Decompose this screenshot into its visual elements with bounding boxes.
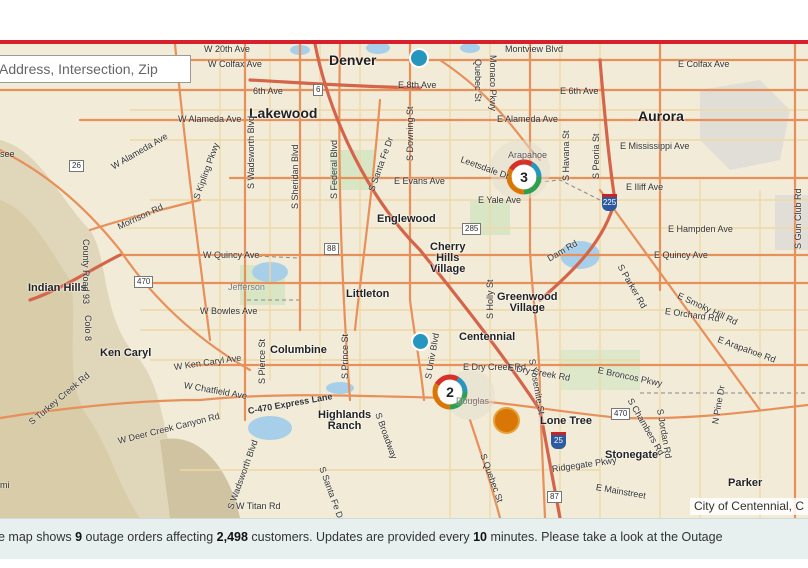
outage-marker[interactable] xyxy=(493,407,520,434)
cluster-count: 3 xyxy=(520,169,528,185)
outage-summary: e map shows 9 outage orders affecting 2,… xyxy=(0,530,723,544)
outage-cluster[interactable]: 2 xyxy=(432,374,468,410)
street-label: S Prince St xyxy=(340,333,350,379)
city-label-ken-caryl: Ken Caryl xyxy=(100,347,152,359)
street-label: 6th Ave xyxy=(253,86,283,96)
page-header xyxy=(0,0,808,40)
status-footer: e map shows 9 outage orders affecting 2,… xyxy=(0,518,808,559)
outage-map[interactable]: Denver Lakewood Aurora Englewood Littlet… xyxy=(0,44,808,518)
city-label-littleton: Littleton xyxy=(346,288,390,300)
cluster-count: 2 xyxy=(446,384,454,400)
street-label-partial: mi xyxy=(0,480,10,490)
street-label: E Mississippi Ave xyxy=(620,141,690,151)
city-label-denver: Denver xyxy=(329,52,377,68)
street-label: Montview Blvd xyxy=(505,44,564,54)
map-canvas[interactable] xyxy=(0,44,808,518)
street-label: S Gun Club Rd xyxy=(793,188,803,249)
street-label: S Pierce St xyxy=(257,338,267,384)
street-label: Colo 8 xyxy=(83,315,93,342)
area-label: Jefferson xyxy=(228,282,265,292)
town-line: Village xyxy=(430,263,466,275)
highway-shield: 6 xyxy=(313,84,324,96)
city-label-centennial: Centennial xyxy=(459,331,516,343)
city-label-englewood: Englewood xyxy=(377,213,436,225)
street-label: E Alameda Ave xyxy=(497,114,558,124)
street-label: E Colfax Ave xyxy=(678,59,730,69)
street-label: E Hampden Ave xyxy=(668,224,733,234)
street-label: W 20th Ave xyxy=(204,44,250,54)
map-attribution: City of Centennial, C xyxy=(689,498,808,515)
highway-shield: 470 xyxy=(134,276,154,288)
street-label: W Colfax Ave xyxy=(208,59,262,69)
grey-area xyxy=(775,195,808,250)
chatfield-reservoir xyxy=(248,416,292,440)
outage-marker[interactable] xyxy=(409,48,429,68)
street-label: E Evans Ave xyxy=(394,176,445,186)
interstate-shield: 25 xyxy=(551,432,566,449)
street-label-partial: see xyxy=(0,149,15,159)
town-label-greenwood-village: Greenwood Village xyxy=(497,292,558,314)
city-label-columbine: Columbine xyxy=(270,344,327,356)
city-label-indian-hills: Indian Hills xyxy=(28,282,87,294)
street-label: S Havana St xyxy=(561,130,571,181)
outage-marker[interactable] xyxy=(411,332,430,351)
highway-shield: 285 xyxy=(462,223,482,235)
highway-shield: 88 xyxy=(324,243,339,255)
summary-text: outage orders affecting xyxy=(82,530,217,544)
street-label: E 6th Ave xyxy=(560,86,599,96)
street-label: Monaco Pkwy xyxy=(488,55,498,112)
street-label: E Iliff Ave xyxy=(626,182,664,192)
street-label: W Alameda Ave xyxy=(178,114,242,124)
city-label-aurora: Aurora xyxy=(638,108,684,124)
street-label: E Quincy Ave xyxy=(654,250,708,260)
street-label: W Titan Rd xyxy=(236,501,281,511)
street-label: S Holly St xyxy=(485,279,495,319)
street-label: S Wadsworth Blvd xyxy=(246,115,256,189)
street-label: W Quincy Ave xyxy=(203,250,260,260)
customers-affected-count: 2,498 xyxy=(216,530,248,544)
street-label: E 8th Ave xyxy=(398,80,437,90)
town-line: Ranch xyxy=(327,420,362,432)
town-line: Village xyxy=(509,302,545,314)
update-interval: 10 xyxy=(473,530,487,544)
outage-cluster[interactable]: 3 xyxy=(506,159,542,195)
street-label: E Yale Ave xyxy=(478,195,522,205)
highway-shield: 26 xyxy=(69,160,84,172)
street-label: S Downing St xyxy=(405,106,415,161)
highway-shield: 87 xyxy=(547,491,562,503)
city-label-parker: Parker xyxy=(728,477,763,489)
search-input[interactable] xyxy=(0,55,191,83)
street-label: County Road 93 xyxy=(81,239,91,305)
street-label: S Sheridan Blvd xyxy=(290,144,300,209)
summary-text: customers. Updates are provided every xyxy=(247,530,474,544)
street-label: S Peoria St xyxy=(591,133,601,179)
street-label: Quebec St xyxy=(473,59,483,102)
street-label: S Federal Blvd xyxy=(329,139,339,199)
highway-shield: 470 xyxy=(611,408,631,420)
interstate-shield: 225 xyxy=(602,194,617,211)
city-label-lone-tree: Lone Tree xyxy=(540,415,592,427)
street-label: W Bowles Ave xyxy=(200,306,258,316)
town-label-cherry-hills-village: Cherry Hills Village xyxy=(430,242,465,275)
summary-text: minutes. Please take a look at the Outag… xyxy=(486,530,723,544)
town-label-highlands-ranch: Highlands Ranch xyxy=(318,410,371,432)
city-label-lakewood: Lakewood xyxy=(249,105,318,121)
summary-text: e map shows xyxy=(0,530,76,544)
